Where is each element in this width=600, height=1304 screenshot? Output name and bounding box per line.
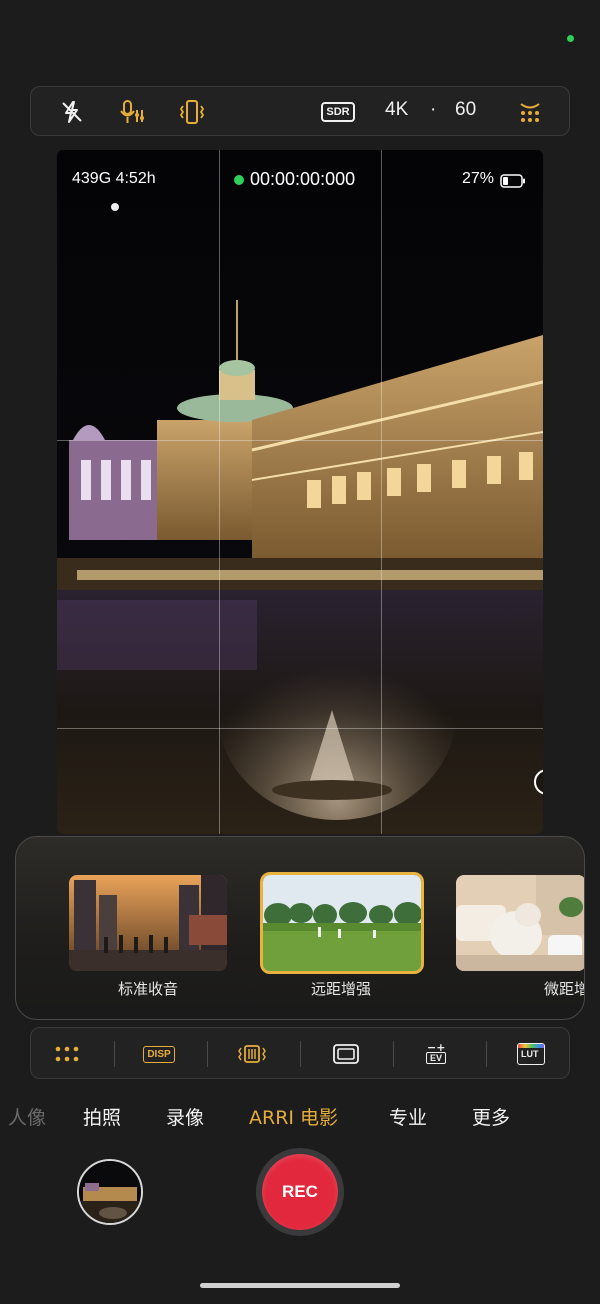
toolbar-divider xyxy=(207,1041,208,1067)
toolbar-divider xyxy=(300,1041,301,1067)
fps-label[interactable]: 60 xyxy=(455,99,476,121)
tab-pro[interactable]: 专业 xyxy=(389,1103,427,1130)
mode-label-long-range: 远距增强 xyxy=(310,980,371,998)
lut-label: LUT xyxy=(521,1049,539,1059)
audio-mode-panel: 标准收音 远距增强 微距增强 xyxy=(15,836,585,1020)
toolbar-divider xyxy=(114,1041,115,1067)
separator-dot: · xyxy=(430,99,437,120)
mode-card-standard[interactable] xyxy=(69,875,227,971)
mode-label-standard: 标准收音 xyxy=(117,980,178,998)
camera-viewfinder[interactable]: 439G 4:52h 00:00:00:000 27% i xyxy=(57,150,543,834)
grid-dots-icon[interactable] xyxy=(52,1039,82,1069)
resolution-label[interactable]: 4K xyxy=(385,99,408,121)
frame-icon[interactable] xyxy=(331,1039,361,1069)
vibration-icon[interactable] xyxy=(177,97,207,127)
flash-off-icon[interactable] xyxy=(57,97,87,127)
sdr-icon[interactable]: SDR xyxy=(321,97,355,127)
ev-label: EV xyxy=(426,1052,447,1064)
battery-icon xyxy=(500,173,526,192)
status-indicator-dot xyxy=(567,35,574,42)
tab-photo[interactable]: 拍照 xyxy=(83,1103,121,1130)
grid-line xyxy=(219,150,220,834)
toolbar-divider xyxy=(486,1041,487,1067)
timecode: 00:00:00:000 xyxy=(250,169,356,189)
record-button[interactable]: REC xyxy=(262,1154,338,1230)
storage-remaining: 439G 4:52h xyxy=(72,170,156,187)
top-toolbar: SDR 4K · 60 xyxy=(30,86,570,136)
preview-image xyxy=(57,150,543,834)
grid-line xyxy=(381,150,382,834)
mode-card-macro[interactable] xyxy=(456,875,584,971)
microphone-settings-icon[interactable] xyxy=(117,97,147,127)
tab-video[interactable]: 录像 xyxy=(166,1103,204,1130)
disp-icon[interactable]: DISP xyxy=(143,1039,175,1069)
battery-percent: 27% xyxy=(462,170,495,187)
grid-line xyxy=(57,440,543,441)
tab-arri-cinema[interactable]: ARRI 电影 xyxy=(249,1103,338,1130)
mode-label-macro: 微距增强 xyxy=(543,980,584,998)
more-grid-icon[interactable] xyxy=(515,97,545,127)
stabilization-icon[interactable] xyxy=(237,1039,267,1069)
toolbar-divider xyxy=(393,1041,394,1067)
grid-line xyxy=(57,728,543,729)
tab-more[interactable]: 更多 xyxy=(472,1103,510,1130)
mode-card-long-range[interactable] xyxy=(260,872,424,974)
gallery-thumbnail[interactable] xyxy=(77,1159,143,1225)
recording-status-dot xyxy=(234,175,244,185)
ev-icon[interactable]: −+ EV xyxy=(424,1039,454,1069)
home-indicator[interactable] xyxy=(200,1283,400,1288)
lut-icon[interactable]: LUT xyxy=(516,1039,546,1069)
settings-toolbar: DISP −+ EV LUT xyxy=(30,1027,570,1079)
disp-label: DISP xyxy=(143,1045,175,1063)
record-button-ring: REC xyxy=(256,1148,344,1236)
tab-portrait[interactable]: 人像 xyxy=(8,1103,46,1130)
sdr-label: SDR xyxy=(321,102,355,122)
